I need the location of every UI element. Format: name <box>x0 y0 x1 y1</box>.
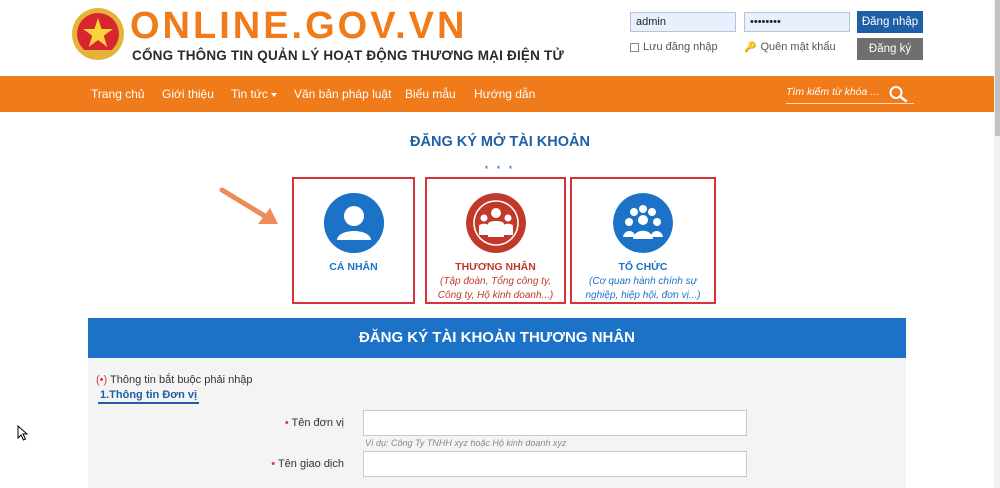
unit-name-hint: Ví dụ: Công Ty TNHH xyz hoặc Hộ kinh doa… <box>365 438 567 448</box>
card-title-organization: TỔ CHỨC <box>618 261 668 273</box>
forgot-password-link[interactable]: 🔑 Quên mật khẩu <box>744 41 836 53</box>
card-desc-organization: (Cơ quan hành chính sự nghiệp, hiệp hội,… <box>585 276 701 301</box>
remember-checkbox[interactable] <box>630 42 639 52</box>
key-icon: 🔑 <box>744 41 757 53</box>
username-input[interactable] <box>630 12 736 32</box>
registration-heading: ĐĂNG KÝ MỞ TÀI KHOẢN <box>410 134 590 150</box>
arrow-pointer-icon <box>219 187 278 224</box>
form-header: ĐĂNG KÝ TÀI KHOẢN THƯƠNG NHÂN <box>88 318 906 358</box>
required-star: (•) <box>96 374 108 386</box>
required-note-text: Thông tin bắt buộc phải nhập <box>110 374 253 386</box>
remember-label: Lưu đăng nhập <box>643 41 718 53</box>
site-title[interactable]: ONLINE.GOV.VN <box>130 4 467 48</box>
trade-name-input[interactable] <box>363 451 747 477</box>
account-type-merchant[interactable]: THƯƠNG NHÂN (Tập đoàn, Tổng công ty, Côn… <box>425 177 566 304</box>
card-title-merchant: THƯƠNG NHÂN <box>455 261 536 273</box>
site-subtitle: CỔNG THÔNG TIN QUẢN LÝ HOẠT ĐỘNG THƯƠNG … <box>132 48 564 63</box>
unit-name-input[interactable] <box>363 410 747 436</box>
trade-name-label-text: Tên giao dịch <box>277 458 344 470</box>
forgot-password-label: Quên mật khẩu <box>760 41 836 53</box>
card-title-individual: CÁ NHÂN <box>329 261 378 273</box>
page-scrollbar-thumb[interactable] <box>995 0 1000 136</box>
register-button[interactable]: Đăng ký <box>857 38 923 60</box>
search-input[interactable] <box>786 86 882 98</box>
search-box <box>786 84 914 104</box>
mouse-cursor-icon <box>17 425 29 441</box>
site-header: ONLINE.GOV.VN CỔNG THÔNG TIN QUẢN LÝ HOẠ… <box>0 0 1000 76</box>
nav-item-legal[interactable]: Văn bản pháp luật <box>294 87 391 101</box>
password-input[interactable] <box>744 12 850 32</box>
login-button[interactable]: Đăng nhập <box>857 11 923 33</box>
required-note: (•) Thông tin bắt buộc phải nhập <box>96 374 253 386</box>
group-icon <box>613 193 673 253</box>
account-type-organization[interactable]: TỔ CHỨC (Cơ quan hành chính sự nghiệp, h… <box>570 177 716 304</box>
card-desc-merchant: (Tập đoàn, Tổng công ty, Công ty, Hộ kin… <box>437 276 554 301</box>
heading-decoration: * * * <box>484 164 516 174</box>
nav-item-guide[interactable]: Hướng dẫn <box>474 87 535 101</box>
main-nav: Trang chủ Giới thiệu Tin tức Văn bản phá… <box>0 76 1000 112</box>
remember-login[interactable]: Lưu đăng nhập <box>630 41 718 53</box>
national-emblem-icon[interactable] <box>70 6 126 62</box>
person-icon <box>324 193 384 253</box>
search-icon[interactable] <box>888 85 908 103</box>
account-type-individual[interactable]: CÁ NHÂN <box>292 177 415 304</box>
nav-item-about[interactable]: Giới thiệu <box>162 87 214 101</box>
caret-down-icon <box>270 92 277 97</box>
unit-name-label: • Tên đơn vị <box>248 417 344 429</box>
required-mark: • <box>271 458 276 470</box>
nav-item-news-label: Tin tức <box>231 87 268 101</box>
required-mark: • <box>284 417 289 429</box>
nav-item-forms[interactable]: Biểu mẫu <box>405 87 456 101</box>
unit-name-label-text: Tên đơn vị <box>291 417 344 429</box>
trade-name-label: • Tên giao dịch <box>248 458 344 470</box>
tab-unit-info[interactable]: 1.Thông tin Đơn vị <box>98 388 200 404</box>
businessman-icon <box>466 193 526 253</box>
nav-item-news[interactable]: Tin tức <box>231 87 277 101</box>
merchant-registration-form: ĐĂNG KÝ TÀI KHOẢN THƯƠNG NHÂN (•) Thông … <box>88 318 906 488</box>
nav-item-home[interactable]: Trang chủ <box>91 87 145 101</box>
